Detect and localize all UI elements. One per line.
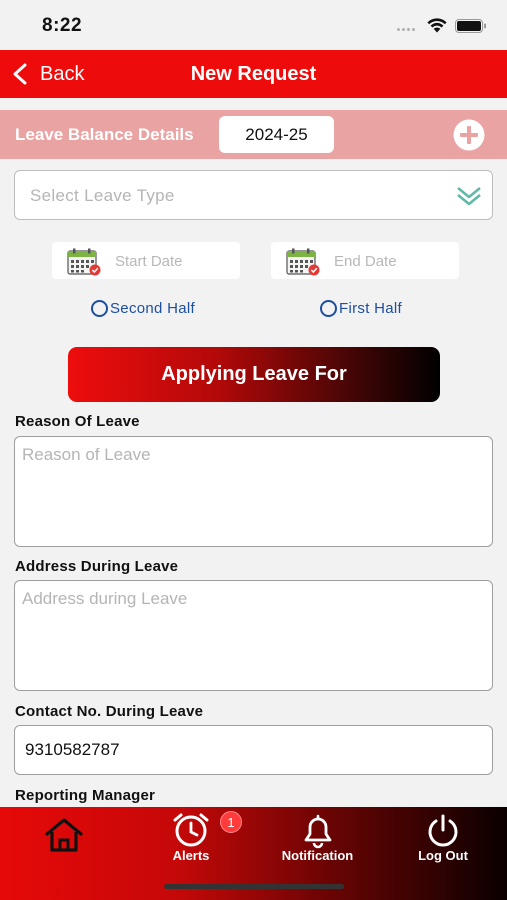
address-label: Address During Leave xyxy=(15,558,179,575)
leave-type-dropdown[interactable]: Select Leave Type xyxy=(14,170,493,220)
contact-input[interactable] xyxy=(14,725,493,775)
home-icon xyxy=(45,818,83,852)
tab-notification[interactable]: Notification xyxy=(270,807,365,887)
applying-leave-for-button[interactable]: Applying Leave For xyxy=(68,347,440,402)
alerts-badge: 1 xyxy=(220,811,242,833)
leave-balance-bar: Leave Balance Details 2024-25 xyxy=(0,110,507,159)
notification-label: Notification xyxy=(281,848,354,863)
radio-circle-icon xyxy=(320,299,337,317)
reason-label: Reason Of Leave xyxy=(15,413,140,430)
battery-icon xyxy=(455,19,486,33)
status-time: 8:22 xyxy=(42,15,83,36)
end-date-field[interactable]: End Date xyxy=(271,242,459,279)
second-half-label: Second Half xyxy=(110,299,196,317)
first-half-label: First Half xyxy=(339,299,402,317)
status-bar: 8:22 xyxy=(0,0,507,50)
home-indicator xyxy=(164,884,344,889)
reporting-manager-label: Reporting Manager xyxy=(15,787,156,804)
signal-icon xyxy=(397,28,419,32)
back-label: Back xyxy=(40,62,85,85)
power-icon xyxy=(428,814,458,847)
reason-input[interactable] xyxy=(14,436,493,547)
leave-type-placeholder: Select Leave Type xyxy=(30,186,175,205)
wifi-icon xyxy=(427,18,447,33)
navbar: New Request Back xyxy=(0,50,507,98)
calendar-icon xyxy=(67,248,101,276)
radio-circle-icon xyxy=(91,299,108,317)
plus-circle-icon[interactable] xyxy=(453,119,485,151)
logout-label: Log Out xyxy=(418,848,468,863)
address-input[interactable] xyxy=(14,580,493,691)
double-chevron-down-icon xyxy=(457,187,481,206)
tab-logout[interactable]: Log Out xyxy=(400,807,486,887)
alarm-clock-icon xyxy=(173,813,209,847)
year-selector[interactable]: 2024-25 xyxy=(219,116,334,153)
first-half-radio[interactable]: First Half xyxy=(320,298,402,318)
tab-home[interactable] xyxy=(20,807,108,887)
contact-label: Contact No. During Leave xyxy=(15,703,204,720)
chevron-left-icon xyxy=(13,63,27,85)
bell-icon xyxy=(304,814,332,849)
second-half-radio[interactable]: Second Half xyxy=(91,298,195,318)
back-button[interactable]: Back xyxy=(10,50,84,98)
alerts-label: Alerts xyxy=(172,848,210,863)
start-date-field[interactable]: Start Date xyxy=(52,242,240,279)
start-date-placeholder: Start Date xyxy=(115,253,183,270)
end-date-placeholder: End Date xyxy=(334,253,397,270)
leave-balance-label: Leave Balance Details xyxy=(15,125,194,144)
calendar-icon xyxy=(286,248,320,276)
